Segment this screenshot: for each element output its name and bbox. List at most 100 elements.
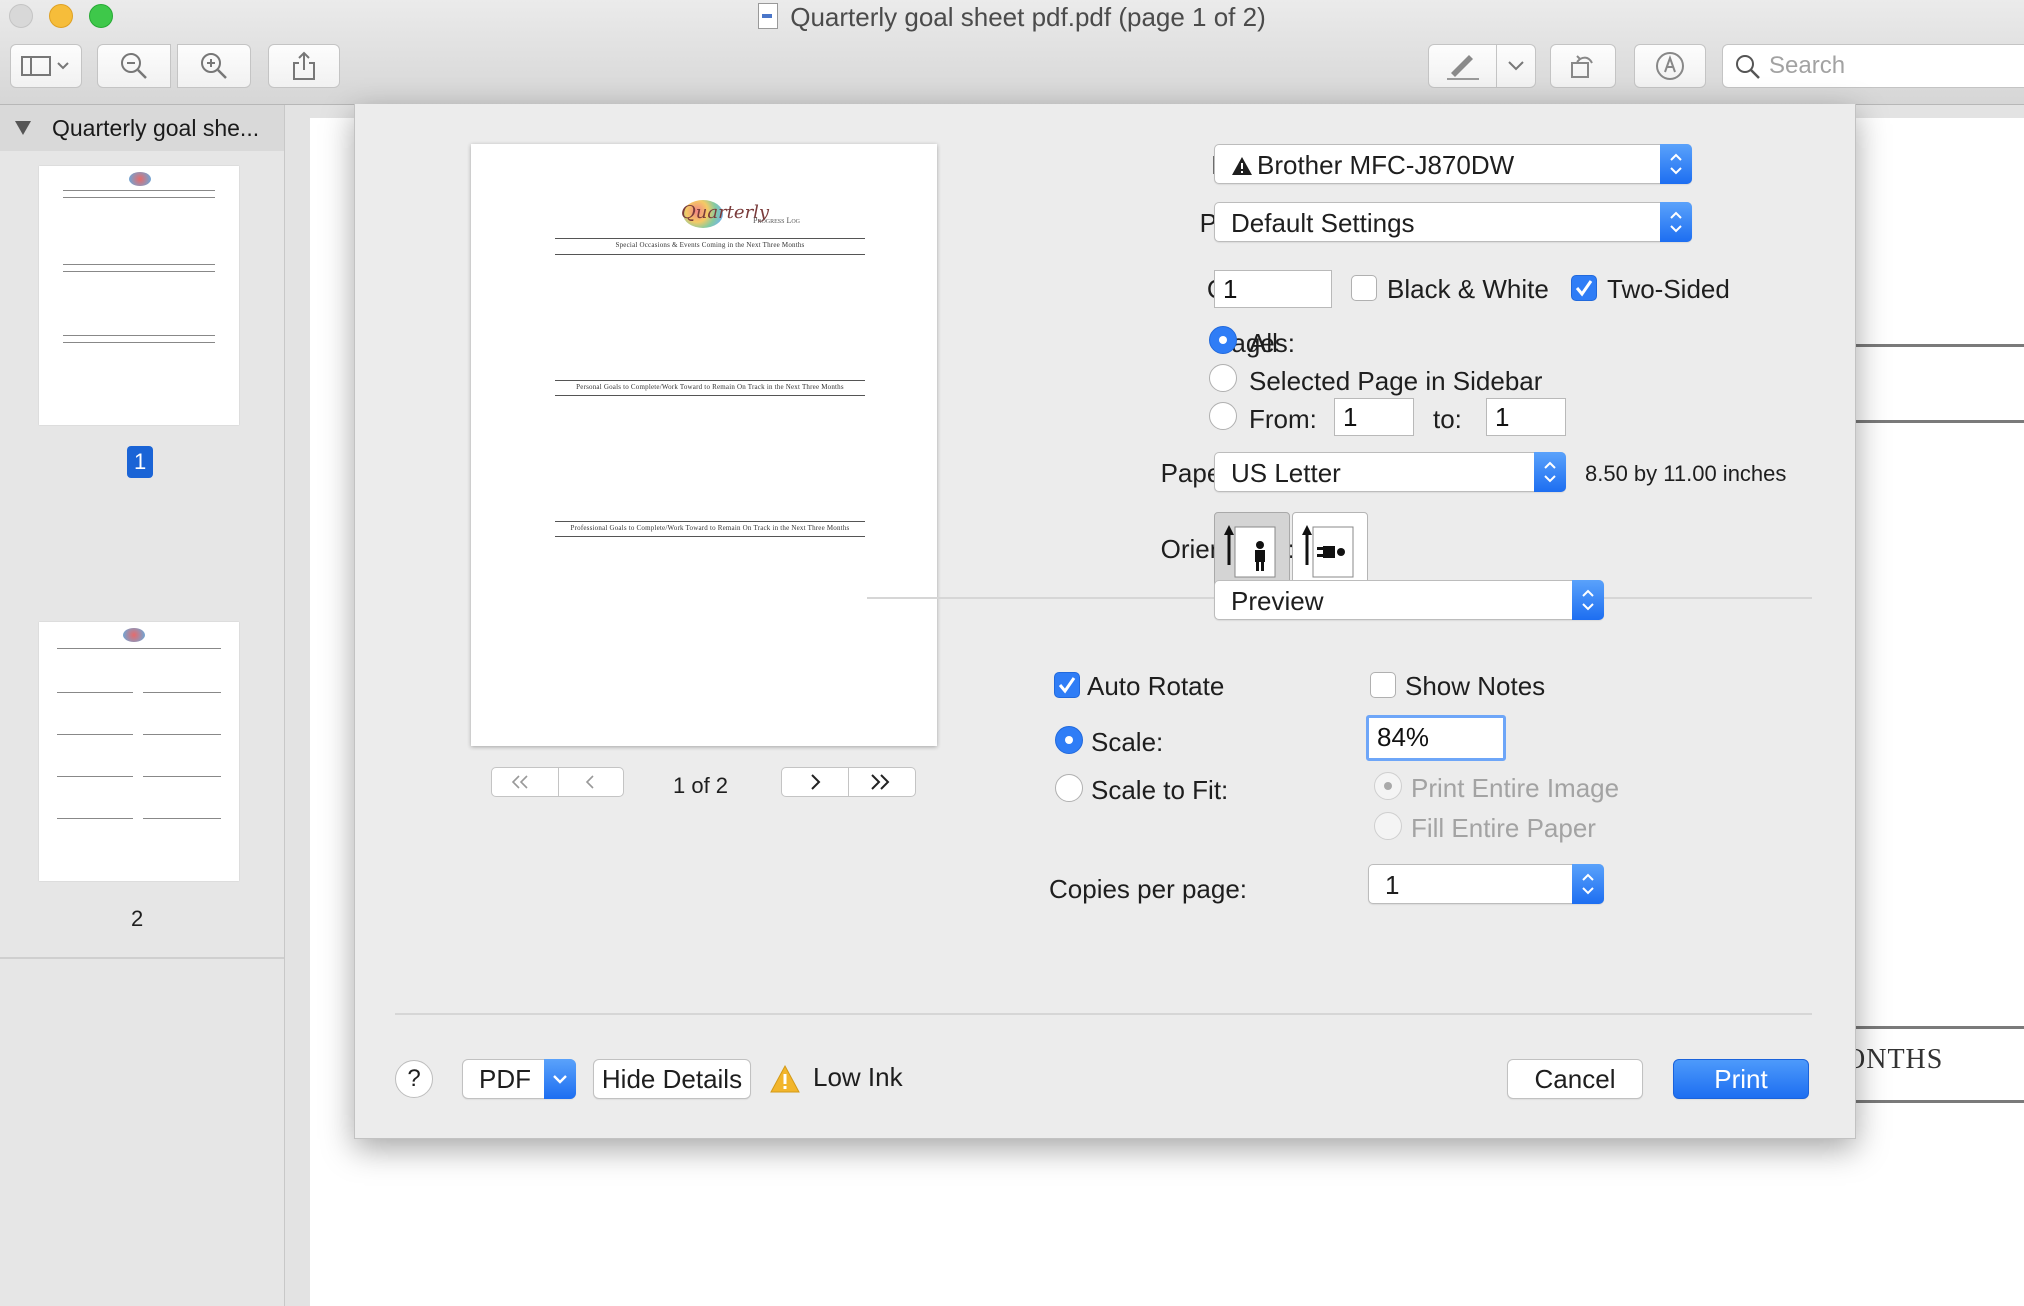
auto-rotate-label: Auto Rotate xyxy=(1087,671,1225,701)
print-entire-image-label: Print Entire Image xyxy=(1411,773,1620,803)
print-button[interactable]: Print xyxy=(1673,1059,1809,1099)
window-toolbar: Quarterly goal sheet pdf.pdf (page 1 of … xyxy=(0,0,2024,105)
stepper-arrows-icon xyxy=(1660,144,1692,184)
sidebar-toggle-button[interactable] xyxy=(10,44,82,88)
pages-all-label: All xyxy=(1249,328,1278,358)
scale-input[interactable] xyxy=(1377,722,1485,752)
print-entire-image-radio[interactable] xyxy=(1374,772,1402,800)
zoom-out-button[interactable] xyxy=(97,44,171,88)
scale-field[interactable] xyxy=(1366,715,1506,761)
chevron-right-icon xyxy=(811,774,821,790)
double-chevron-right-icon xyxy=(871,774,890,790)
printer-select[interactable]: Brother MFC-J870DW xyxy=(1214,144,1692,184)
stepper-arrows-icon xyxy=(1572,864,1604,904)
pages-to-field[interactable] xyxy=(1486,398,1566,436)
disclosure-triangle-icon[interactable] xyxy=(14,120,32,136)
show-notes-checkbox[interactable] xyxy=(1370,672,1396,698)
page-thumbnail-2[interactable] xyxy=(39,622,239,881)
share-button[interactable] xyxy=(268,44,340,88)
landscape-orientation-button[interactable] xyxy=(1292,512,1368,588)
rotate-button[interactable] xyxy=(1550,44,1616,88)
two-sided-label: Two-Sided xyxy=(1607,274,1730,304)
search-icon xyxy=(1736,55,1760,79)
print-options-value: Preview xyxy=(1231,586,1324,616)
document-heading-fragment: ONTHS xyxy=(1845,1044,1944,1075)
stepper-arrows-icon xyxy=(1534,452,1566,492)
fill-entire-paper-radio[interactable] xyxy=(1374,812,1402,840)
document-rule xyxy=(1855,344,2024,347)
pdf-button-label: PDF xyxy=(479,1064,531,1094)
black-white-label: Black & White xyxy=(1387,274,1549,304)
pages-to-label: to: xyxy=(1433,404,1462,434)
printer-value: Brother MFC-J870DW xyxy=(1231,150,1514,181)
low-ink-warning-icon xyxy=(770,1064,800,1093)
next-page-button[interactable] xyxy=(781,767,849,797)
thumbnail-sidebar: Quarterly goal she... 1 2 xyxy=(0,105,285,1306)
search-input[interactable] xyxy=(1769,51,2024,81)
page-number-1: 1 xyxy=(127,446,154,478)
chevron-left-icon xyxy=(585,775,594,789)
zoom-in-icon xyxy=(201,53,227,79)
copies-input[interactable] xyxy=(1223,274,1316,304)
scale-label: Scale: xyxy=(1091,727,1164,757)
scale-radio[interactable] xyxy=(1055,726,1083,754)
markup-dropdown-button[interactable] xyxy=(1496,44,1536,88)
show-notes-label: Show Notes xyxy=(1405,671,1546,701)
copies-per-page-value: 1 xyxy=(1385,870,1400,900)
paper-size-value: US Letter xyxy=(1231,458,1341,488)
markup-icon xyxy=(1656,52,1684,80)
share-icon xyxy=(293,51,315,80)
page-thumbnail-1[interactable] xyxy=(39,166,239,425)
pages-from-input[interactable] xyxy=(1343,402,1406,432)
preview-section-heading: Professional Goals to Complete/Work Towa… xyxy=(570,524,850,532)
pages-all-radio[interactable] xyxy=(1209,326,1237,354)
chevron-down-icon xyxy=(1508,61,1524,71)
print-preview-page: Quarterly Progress Log Special Occasions… xyxy=(471,144,937,746)
logo-caption-text: Progress Log xyxy=(753,216,801,225)
pages-selected-radio[interactable] xyxy=(1209,364,1237,392)
paper-size-select[interactable]: US Letter xyxy=(1214,452,1566,492)
zoom-out-icon xyxy=(121,53,147,79)
fill-entire-paper-label: Fill Entire Paper xyxy=(1411,813,1596,843)
portrait-icon xyxy=(1224,525,1276,578)
sidebar-document-header[interactable]: Quarterly goal she... xyxy=(0,105,284,151)
black-white-checkbox[interactable] xyxy=(1351,275,1377,301)
pages-selected-label: Selected Page in Sidebar xyxy=(1249,366,1543,396)
checkmark-icon xyxy=(1575,280,1593,297)
last-page-button[interactable] xyxy=(848,767,916,797)
hide-details-button[interactable]: Hide Details xyxy=(593,1059,751,1099)
page-number-2: 2 xyxy=(131,906,144,931)
scale-to-fit-radio[interactable] xyxy=(1055,774,1083,802)
pdf-menu-button[interactable]: PDF xyxy=(462,1059,576,1099)
pages-range-radio[interactable] xyxy=(1209,402,1237,430)
stepper-arrows-icon xyxy=(1572,580,1604,620)
paper-size-dimensions: 8.50 by 11.00 inches xyxy=(1585,461,1787,486)
search-field[interactable] xyxy=(1722,44,2024,88)
auto-rotate-checkbox[interactable] xyxy=(1054,672,1080,698)
portrait-orientation-button[interactable] xyxy=(1214,512,1290,588)
two-sided-checkbox[interactable] xyxy=(1571,275,1597,301)
presets-select[interactable]: Default Settings xyxy=(1214,202,1692,242)
sidebar-document-title: Quarterly goal she... xyxy=(52,115,260,141)
logo-image xyxy=(123,628,145,642)
window-title: Quarterly goal sheet pdf.pdf (page 1 of … xyxy=(0,0,2024,34)
pages-to-input[interactable] xyxy=(1495,402,1558,432)
cancel-button[interactable]: Cancel xyxy=(1507,1059,1643,1099)
low-ink-label: Low Ink xyxy=(813,1062,903,1092)
copies-per-page-label: Copies per page: xyxy=(1049,874,1248,904)
footer-divider xyxy=(395,1013,1812,1015)
markup-toolbar-button[interactable] xyxy=(1634,44,1706,88)
first-page-button[interactable] xyxy=(491,767,559,797)
help-button[interactable]: ? xyxy=(395,1060,433,1098)
zoom-in-button[interactable] xyxy=(177,44,251,88)
print-options-select[interactable]: Preview xyxy=(1214,580,1604,620)
window-title-text: Quarterly goal sheet pdf.pdf (page 1 of … xyxy=(790,2,1266,32)
pages-from-field[interactable] xyxy=(1334,398,1414,436)
preview-section-heading: Personal Goals to Complete/Work Toward t… xyxy=(576,383,844,391)
previous-page-button[interactable] xyxy=(558,767,624,797)
logo-image xyxy=(129,172,151,186)
markup-pen-button[interactable] xyxy=(1428,44,1498,88)
presets-value: Default Settings xyxy=(1231,208,1415,238)
copies-per-page-select[interactable]: 1 xyxy=(1368,864,1604,904)
copies-field[interactable] xyxy=(1214,270,1332,308)
